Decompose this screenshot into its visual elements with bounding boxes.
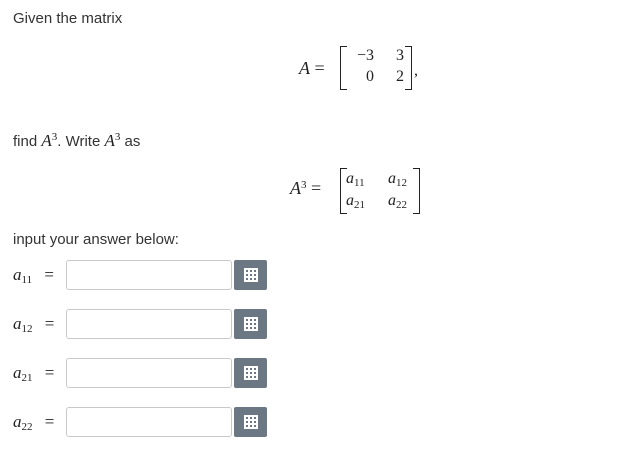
answer-input-a22[interactable] [66, 407, 232, 437]
right-bracket [413, 168, 420, 214]
matrix-a: −3 3 0 2 [340, 46, 412, 90]
power-base: A [41, 131, 52, 150]
trailing-comma: , [414, 62, 418, 79]
matrix-cell: 2 [396, 68, 404, 85]
answer-label-a12: a12 = [13, 314, 55, 335]
matrix-cell: −3 [356, 47, 374, 64]
right-bracket [405, 46, 412, 90]
as-text: as [124, 133, 141, 150]
power-matrix: a11 a12 a21 a22 [340, 168, 420, 214]
matrix-cell: 0 [366, 68, 374, 85]
find-text: find [13, 133, 38, 150]
answer-input-a21[interactable] [66, 358, 232, 388]
answer-label-a22: a22 = [13, 412, 55, 433]
question-intro: Given the matrix [13, 10, 123, 27]
write-text: . Write [57, 133, 101, 150]
power-matrix-label: A3 = [290, 178, 321, 199]
power-exp: 3 [114, 131, 121, 143]
equals-sign: = [311, 178, 322, 198]
power-base: A [290, 178, 301, 198]
find-instruction: find A3. Write A3 as [13, 131, 140, 151]
matrix-entry: a21 [346, 192, 365, 211]
matrix-a-label: A = [299, 58, 325, 79]
left-bracket [340, 46, 347, 90]
keyboard-icon [243, 415, 258, 429]
answer-input-a11[interactable] [66, 260, 232, 290]
power-base: A [104, 131, 115, 150]
input-instruction: input your answer below: [13, 231, 179, 248]
keyboard-button-a11[interactable] [234, 260, 267, 290]
keyboard-icon [243, 268, 258, 282]
keyboard-button-a12[interactable] [234, 309, 267, 339]
matrix-entry: a12 [388, 170, 407, 189]
answer-label-a11: a11 = [13, 265, 54, 286]
keyboard-icon [243, 317, 258, 331]
matrix-name: A [299, 58, 310, 78]
equals-sign: = [314, 58, 325, 78]
answer-label-a21: a21 = [13, 363, 55, 384]
power-exp: 3 [301, 179, 307, 191]
answer-input-a12[interactable] [66, 309, 232, 339]
matrix-cell: 3 [396, 47, 404, 64]
keyboard-button-a21[interactable] [234, 358, 267, 388]
matrix-entry: a11 [346, 170, 365, 189]
keyboard-icon [243, 366, 258, 380]
matrix-entry: a22 [388, 192, 407, 211]
keyboard-button-a22[interactable] [234, 407, 267, 437]
